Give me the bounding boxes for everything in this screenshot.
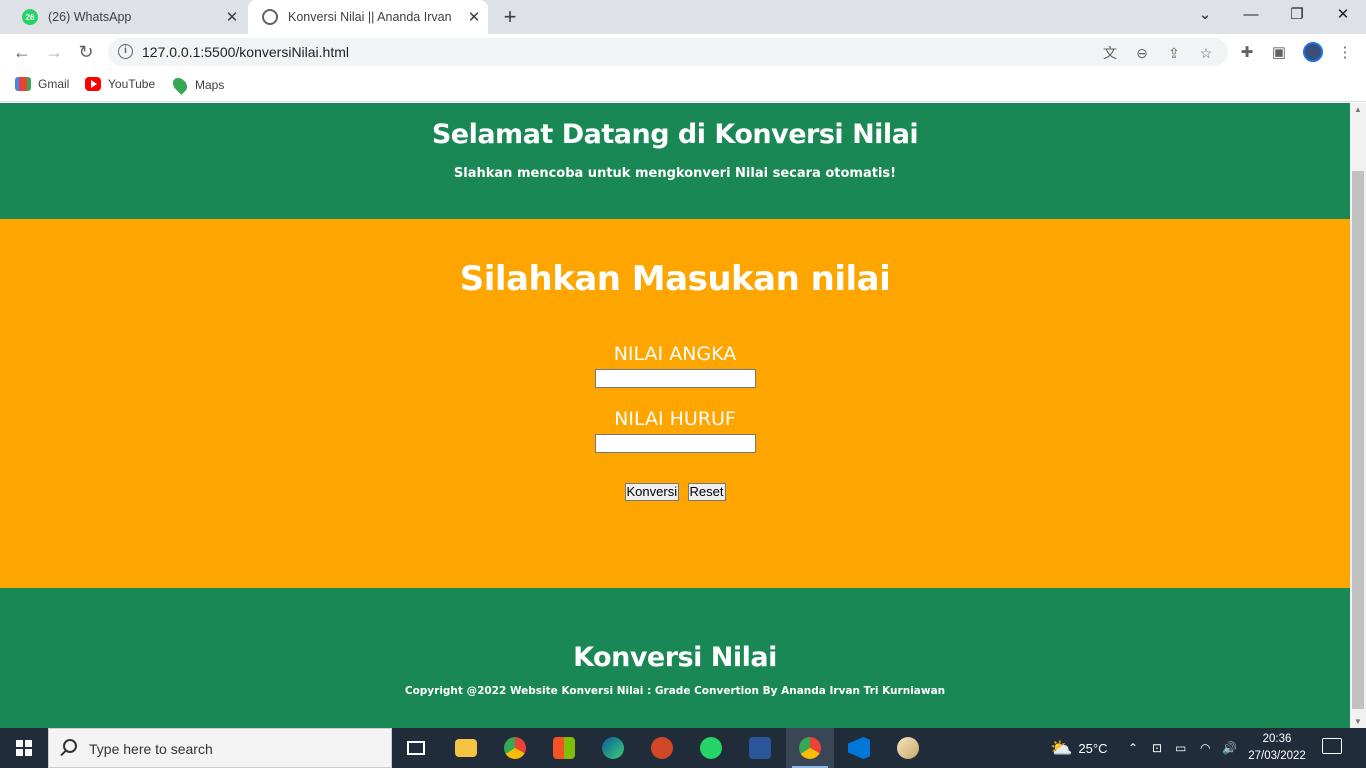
whatsapp-taskbar-button[interactable]: [687, 728, 735, 768]
maps-icon: [170, 75, 190, 95]
footer-copyright: Copyright @2022 Website Konversi Nilai :…: [404, 685, 946, 697]
address-bar[interactable]: i 127.0.0.1:5500/konversiNilai.html ⽂ ⊖ …: [108, 38, 1228, 66]
browser-tab-strip: 26 (26) WhatsApp ✕ Konversi Nilai || Ana…: [0, 0, 1366, 34]
forward-button[interactable]: →: [40, 38, 68, 66]
footer-title: Konversi Nilai: [573, 642, 777, 673]
bookmark-gmail[interactable]: Gmail: [15, 77, 69, 91]
bookmark-maps[interactable]: Maps: [170, 75, 225, 95]
page-viewport: Selamat Datang di Konversi Nilai Slahkan…: [0, 103, 1350, 728]
edge-icon: [602, 737, 624, 759]
windows-taskbar: Type here to search ⛅ 25°C ⌃ ⊡ ▭ ◠ 🔊 20:…: [0, 728, 1366, 768]
tab-title: (26) WhatsApp: [48, 10, 132, 24]
paint-icon: [897, 737, 919, 759]
windows-logo-icon: [16, 740, 32, 756]
vscode-button[interactable]: [835, 728, 883, 768]
side-panel-icon[interactable]: ▣: [1268, 42, 1290, 64]
powerpoint-icon: [651, 737, 673, 759]
window-close-button[interactable]: ✕: [1320, 0, 1366, 30]
nilai-huruf-label: NILAI HURUF: [614, 408, 736, 430]
profile-avatar[interactable]: [1303, 42, 1323, 62]
chrome-icon: [504, 737, 526, 759]
reset-button[interactable]: Reset: [687, 483, 726, 501]
back-button[interactable]: ←: [8, 38, 36, 66]
edge-button[interactable]: [589, 728, 637, 768]
reload-button[interactable]: ↻: [72, 38, 100, 66]
gmail-icon: [15, 77, 31, 91]
folder-icon: [455, 739, 477, 757]
search-icon: [63, 739, 77, 753]
share-icon[interactable]: ⇪: [1164, 43, 1184, 63]
chrome-button[interactable]: [491, 728, 539, 768]
tab-search-button[interactable]: ⌄: [1182, 0, 1228, 30]
bookmark-label: YouTube: [108, 77, 156, 91]
battery-icon[interactable]: ▭: [1175, 728, 1186, 768]
tab-whatsapp[interactable]: 26 (26) WhatsApp ✕: [8, 0, 246, 34]
browser-toolbar: ← → ↻ i 127.0.0.1:5500/konversiNilai.htm…: [0, 34, 1366, 70]
chrome-active-button[interactable]: [786, 728, 834, 768]
meet-now-icon[interactable]: ⊡: [1152, 728, 1162, 768]
word-button[interactable]: [736, 728, 784, 768]
file-explorer-button[interactable]: [442, 728, 490, 768]
nilai-huruf-input[interactable]: [594, 434, 756, 453]
whatsapp-icon: 26: [22, 9, 38, 25]
scrollbar-thumb[interactable]: [1352, 171, 1364, 709]
translate-icon[interactable]: ⽂: [1100, 43, 1120, 63]
start-button[interactable]: [0, 728, 48, 768]
page-subtitle: Slahkan mencoba untuk mengkonveri Nilai …: [453, 166, 897, 181]
clock-time: 20:36: [1262, 733, 1292, 745]
task-view-icon: [407, 741, 425, 755]
notification-icon[interactable]: [1322, 738, 1342, 754]
tab-title: Konversi Nilai || Ananda Irvan: [288, 10, 452, 24]
page-footer: Konversi Nilai Copyright @2022 Website K…: [0, 588, 1350, 728]
konversi-button[interactable]: Konversi: [624, 483, 680, 501]
weather-widget[interactable]: ⛅ 25°C: [1050, 728, 1107, 768]
chrome-profile-icon: [799, 737, 821, 759]
wifi-icon[interactable]: ◠: [1200, 728, 1210, 768]
store-icon: [553, 737, 575, 759]
page-header: Selamat Datang di Konversi Nilai Slahkan…: [0, 103, 1350, 219]
extensions-icon[interactable]: ✚: [1236, 42, 1258, 64]
store-button[interactable]: [540, 728, 588, 768]
scroll-down-icon[interactable]: ▼: [1353, 717, 1363, 726]
weather-icon: ⛅: [1050, 737, 1073, 758]
tray-chevron-icon[interactable]: ⌃: [1128, 728, 1138, 768]
bookmark-star-icon[interactable]: ☆: [1196, 43, 1216, 63]
vertical-scrollbar[interactable]: ▲ ▼: [1350, 103, 1366, 728]
bookmark-label: Gmail: [38, 77, 70, 91]
restore-button[interactable]: ❐: [1274, 0, 1320, 30]
taskbar-search[interactable]: Type here to search: [48, 728, 392, 768]
volume-icon[interactable]: 🔊: [1222, 728, 1237, 768]
menu-icon[interactable]: ⋮: [1334, 42, 1356, 64]
scroll-up-icon[interactable]: ▲: [1353, 105, 1363, 114]
nilai-angka-label: NILAI ANGKA: [613, 343, 737, 365]
powerpoint-button[interactable]: [638, 728, 686, 768]
youtube-icon: [85, 77, 101, 91]
close-icon[interactable]: ✕: [218, 8, 246, 26]
address-url[interactable]: 127.0.0.1:5500/konversiNilai.html: [142, 44, 349, 60]
button-row: Konversi Reset: [0, 483, 1350, 501]
paint-button[interactable]: [884, 728, 932, 768]
bookmark-label: Maps: [195, 78, 225, 92]
conversion-form: Silahkan Masukan nilai NILAI ANGKA NILAI…: [0, 219, 1350, 588]
form-heading: Silahkan Masukan nilai: [459, 259, 891, 299]
minimize-button[interactable]: —: [1228, 0, 1274, 30]
site-info-icon[interactable]: i: [118, 44, 133, 59]
nilai-angka-input[interactable]: [594, 369, 756, 388]
new-tab-button[interactable]: +: [497, 4, 523, 30]
search-placeholder: Type here to search: [89, 741, 213, 757]
task-view-button[interactable]: [392, 728, 440, 768]
vscode-icon: [848, 737, 870, 759]
globe-icon: [262, 9, 278, 25]
zoom-icon[interactable]: ⊖: [1132, 43, 1152, 63]
whatsapp-icon: [700, 737, 722, 759]
word-icon: [749, 737, 771, 759]
close-icon[interactable]: ✕: [460, 8, 488, 26]
bookmark-youtube[interactable]: YouTube: [85, 77, 155, 91]
page-title: Selamat Datang di Konversi Nilai: [431, 119, 919, 150]
weather-temp: 25°C: [1078, 740, 1108, 756]
tab-konversi-nilai[interactable]: Konversi Nilai || Ananda Irvan ✕: [248, 0, 488, 34]
bookmarks-bar: Gmail YouTube Maps: [0, 70, 1366, 102]
taskbar-clock[interactable]: 20:36 27/03/2022: [1247, 731, 1307, 765]
clock-date: 27/03/2022: [1248, 750, 1306, 762]
